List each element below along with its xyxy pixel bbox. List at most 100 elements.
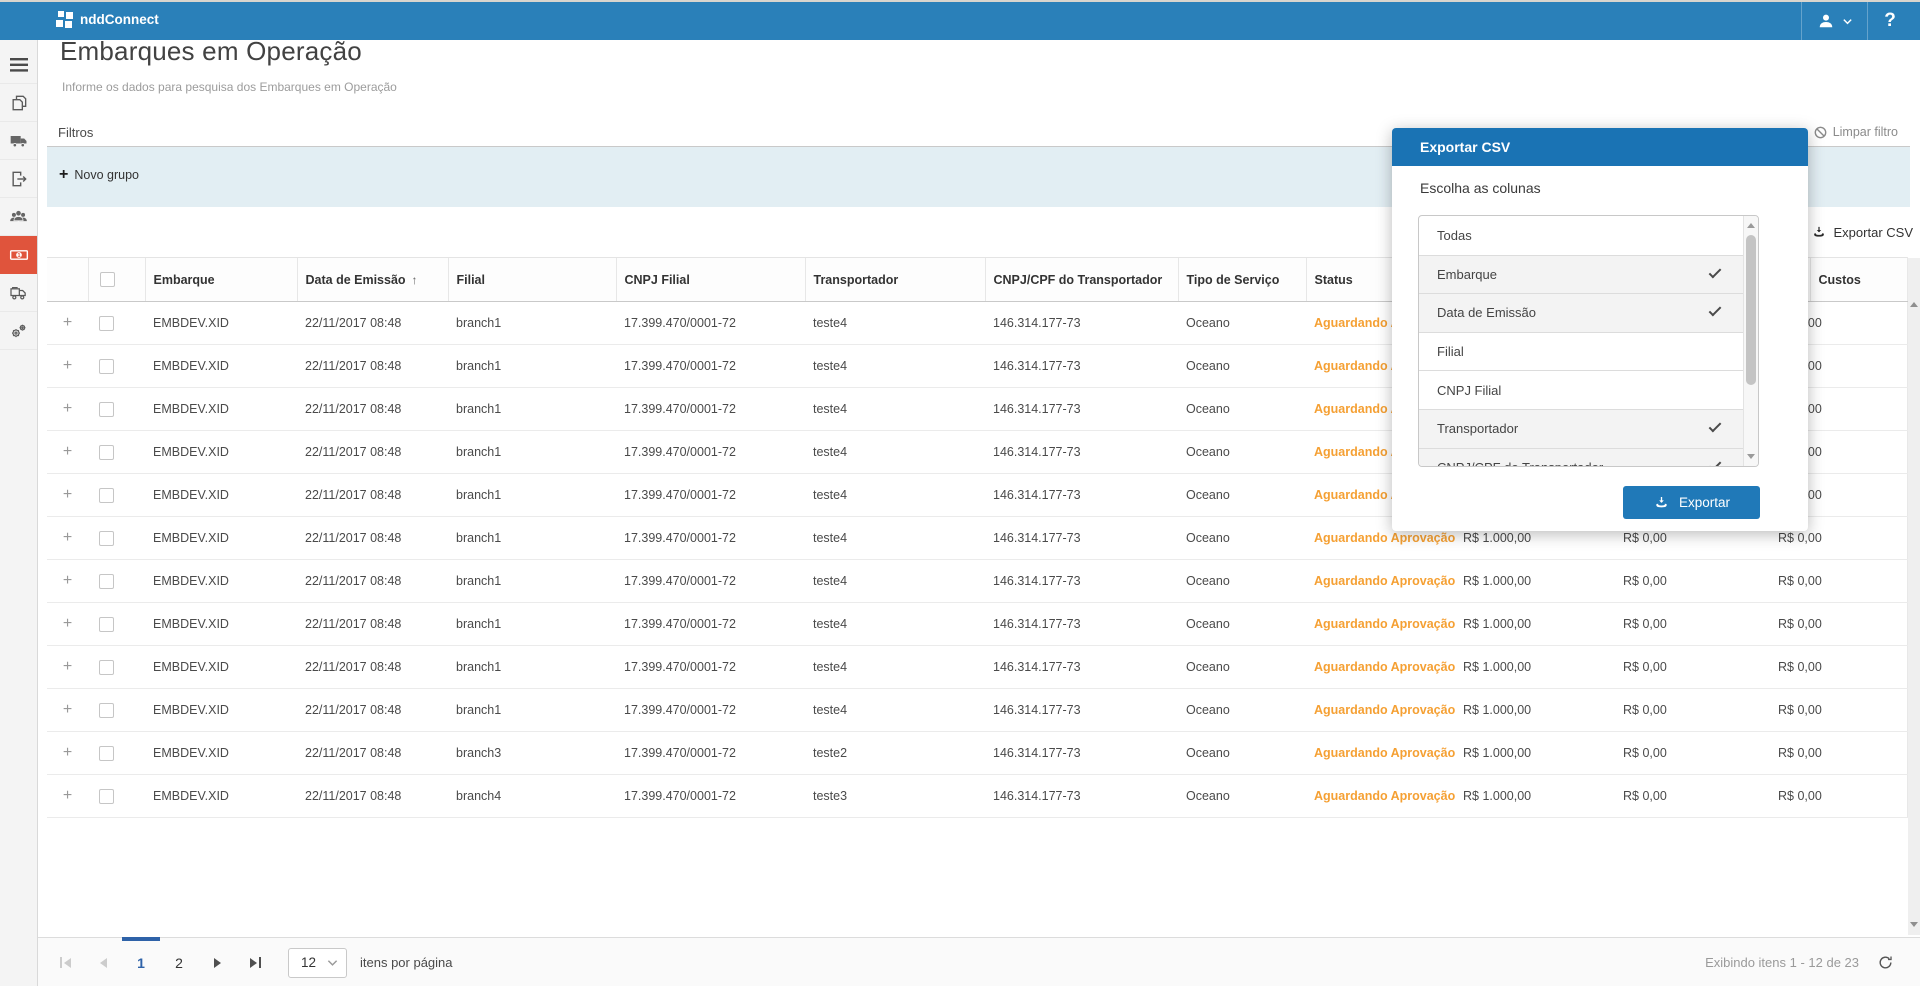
expand-row-icon[interactable]: + [63, 314, 72, 331]
sidebar-item-users[interactable] [0, 198, 37, 236]
cell-transportador: teste2 [805, 732, 985, 775]
sidebar-menu-toggle[interactable] [0, 46, 37, 84]
column-option[interactable]: Transportador [1419, 409, 1745, 448]
last-page-button[interactable] [236, 938, 274, 987]
sidebar-item-transport[interactable] [0, 122, 37, 160]
check-icon [1709, 265, 1722, 278]
row-checkbox[interactable] [99, 488, 114, 503]
sidebar-item-financial[interactable]: 1 [0, 236, 37, 274]
column-header-transportador[interactable]: Transportador [805, 258, 985, 302]
expand-row-icon[interactable]: + [63, 744, 72, 761]
column-header-cnpj_filial[interactable]: CNPJ Filial [616, 258, 805, 302]
cell-custos [1810, 388, 1907, 431]
first-page-button[interactable] [46, 938, 84, 987]
column-option[interactable]: CNPJ/CPF do Transportador [1419, 448, 1745, 467]
column-option[interactable]: Filial [1419, 332, 1745, 371]
column-option[interactable]: CNPJ Filial [1419, 370, 1745, 409]
row-checkbox[interactable] [99, 617, 114, 632]
hamburger-icon [10, 58, 28, 72]
row-checkbox[interactable] [99, 660, 114, 675]
column-header-embarque[interactable]: Embarque [145, 258, 297, 302]
row-checkbox[interactable] [99, 402, 114, 417]
column-header-custos[interactable]: Custos [1810, 258, 1907, 302]
page-size-select[interactable]: 12 [288, 948, 347, 978]
expand-row-icon[interactable]: + [63, 529, 72, 546]
sidebar-item-documents[interactable] [0, 84, 37, 122]
clear-filter-label: Limpar filtro [1833, 125, 1898, 139]
scrollbar-thumb[interactable] [1746, 235, 1756, 385]
cell-filial: branch1 [448, 302, 616, 345]
cell-tipo_servico: Oceano [1178, 646, 1306, 689]
column-header-filial[interactable]: Filial [448, 258, 616, 302]
export-button[interactable]: Exportar [1623, 486, 1760, 519]
clear-filter-button[interactable]: Limpar filtro [1814, 125, 1898, 139]
column-option[interactable]: Embarque [1419, 255, 1745, 294]
row-checkbox[interactable] [99, 316, 114, 331]
cell-valor_1: R$ 1.000,00 [1455, 775, 1615, 818]
column-header-select[interactable] [88, 258, 145, 302]
row-checkbox[interactable] [99, 703, 114, 718]
sidebar-item-export[interactable] [0, 160, 37, 198]
expand-row-icon[interactable]: + [63, 443, 72, 460]
scroll-down-arrow-icon[interactable] [1910, 922, 1918, 927]
expand-row-icon[interactable]: + [63, 658, 72, 675]
expand-row-icon[interactable]: + [63, 701, 72, 718]
filters-title: Filtros [58, 125, 93, 140]
page-button-1[interactable]: 1 [122, 938, 160, 987]
column-option[interactable]: Todas [1419, 216, 1745, 255]
column-options-list: TodasEmbarqueData de EmissãoFilialCNPJ F… [1419, 216, 1758, 467]
export-csv-link[interactable]: Exportar CSV [1811, 225, 1913, 240]
cell-custos [1810, 474, 1907, 517]
table-row[interactable]: +EMBDEV.XID22/11/2017 08:48branch117.399… [47, 560, 1907, 603]
scroll-up-arrow-icon[interactable] [1747, 223, 1755, 228]
next-page-button[interactable] [198, 938, 236, 987]
user-menu[interactable] [1802, 2, 1867, 40]
grid-vertical-scrollbar[interactable] [1908, 258, 1920, 935]
dialog-header[interactable]: Exportar CSV [1392, 128, 1808, 166]
scroll-down-arrow-icon[interactable] [1747, 454, 1755, 459]
help-button[interactable]: ? [1868, 10, 1912, 32]
cell-cnpj_filial: 17.399.470/0001-72 [616, 517, 805, 560]
column-header-cnpj_cpf_transportador[interactable]: CNPJ/CPF do Transportador [985, 258, 1178, 302]
table-row[interactable]: +EMBDEV.XID22/11/2017 08:48branch417.399… [47, 775, 1907, 818]
row-checkbox[interactable] [99, 445, 114, 460]
table-row[interactable]: +EMBDEV.XID22/11/2017 08:48branch117.399… [47, 689, 1907, 732]
table-row[interactable]: +EMBDEV.XID22/11/2017 08:48branch117.399… [47, 603, 1907, 646]
table-row[interactable]: +EMBDEV.XID22/11/2017 08:48branch117.399… [47, 646, 1907, 689]
cell-cnpj_filial: 17.399.470/0001-72 [616, 560, 805, 603]
cell-transportador: teste4 [805, 689, 985, 732]
previous-page-button[interactable] [84, 938, 122, 987]
row-checkbox[interactable] [99, 789, 114, 804]
refresh-icon[interactable] [1877, 954, 1894, 971]
column-header-data_emissao[interactable]: Data de Emissão↑ [297, 258, 448, 302]
expand-row-icon[interactable]: + [63, 615, 72, 632]
expand-row-icon[interactable]: + [63, 357, 72, 374]
sidebar-item-settings[interactable] [0, 312, 37, 350]
cell-cnpj_cpf_transportador: 146.314.177-73 [985, 603, 1178, 646]
row-checkbox[interactable] [99, 359, 114, 374]
select-all-checkbox[interactable] [100, 272, 115, 287]
options-scrollbar[interactable] [1743, 216, 1758, 466]
sidebar-item-delivery[interactable] [0, 274, 37, 312]
expand-row-icon[interactable]: + [63, 486, 72, 503]
row-checkbox[interactable] [99, 746, 114, 761]
row-checkbox[interactable] [99, 531, 114, 546]
expand-row-icon[interactable]: + [63, 572, 72, 589]
cell-tipo_servico: Oceano [1178, 345, 1306, 388]
page-button-2[interactable]: 2 [160, 938, 198, 987]
cell-transportador: teste4 [805, 560, 985, 603]
cell-valor_2: R$ 0,00 [1615, 689, 1770, 732]
expand-row-icon[interactable]: + [63, 400, 72, 417]
cell-embarque: EMBDEV.XID [145, 603, 297, 646]
cell-cnpj_cpf_transportador: 146.314.177-73 [985, 689, 1178, 732]
app-logo[interactable]: nddConnect [56, 11, 159, 28]
table-row[interactable]: +EMBDEV.XID22/11/2017 08:48branch317.399… [47, 732, 1907, 775]
row-checkbox[interactable] [99, 574, 114, 589]
scroll-up-arrow-icon[interactable] [1910, 302, 1918, 307]
cell-custos [1810, 431, 1907, 474]
cell-valor_3: R$ 0,00 [1770, 603, 1810, 646]
column-header-tipo_servico[interactable]: Tipo de Serviço [1178, 258, 1306, 302]
expand-row-icon[interactable]: + [63, 787, 72, 804]
column-option[interactable]: Data de Emissão [1419, 293, 1745, 332]
new-group-button[interactable]: + Novo grupo [59, 168, 139, 182]
